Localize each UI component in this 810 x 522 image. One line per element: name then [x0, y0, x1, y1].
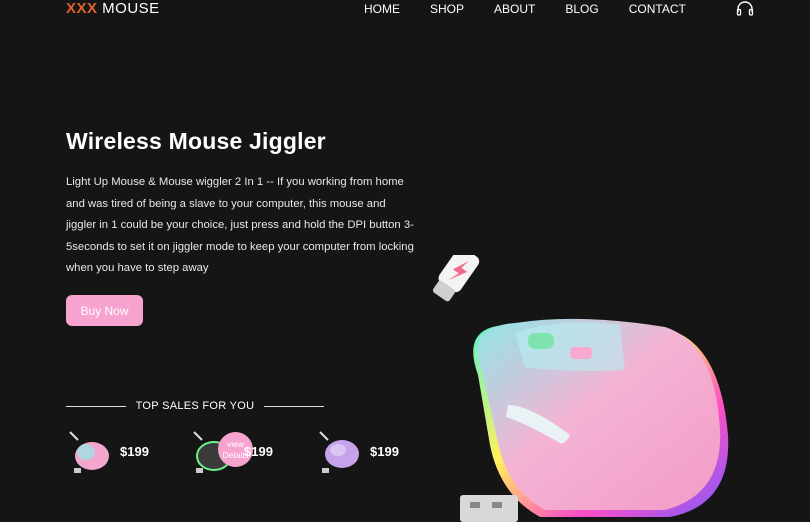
- product-price: $199: [370, 444, 399, 459]
- headphones-icon[interactable]: [736, 0, 754, 16]
- hero-description: Light Up Mouse & Mouse wiggler 2 In 1 --…: [66, 176, 414, 274]
- site-logo[interactable]: XXX MOUSE: [66, 0, 160, 17]
- product-card[interactable]: view Details $199: [190, 428, 300, 478]
- pink-mouse-thumbnail: [69, 431, 109, 473]
- nav-blog[interactable]: BLOG: [565, 2, 598, 16]
- wireless-mouse-image: [432, 255, 729, 522]
- top-sales-label: TOP SALES FOR YOU: [135, 400, 255, 412]
- logo-name: MOUSE: [97, 0, 160, 17]
- nav-shop[interactable]: SHOP: [430, 2, 464, 16]
- hero-title: Wireless Mouse Jiggler: [66, 128, 326, 154]
- usb-c-cable: [432, 255, 480, 302]
- nav-contact[interactable]: CONTACT: [629, 2, 686, 16]
- divider-left: [66, 405, 126, 407]
- logo-accent: XXX: [66, 0, 98, 17]
- divider-right: [264, 405, 324, 407]
- product-price: $199: [244, 444, 273, 459]
- buy-now-button[interactable]: Buy Now: [66, 295, 143, 326]
- nav-about[interactable]: ABOUT: [494, 2, 535, 16]
- product-card[interactable]: $199: [66, 428, 176, 478]
- nav-home[interactable]: HOME: [364, 2, 400, 16]
- product-card[interactable]: $199: [316, 428, 426, 478]
- main-nav: HOME SHOP ABOUT BLOG CONTACT: [364, 2, 716, 16]
- purple-mouse-thumbnail: [319, 431, 359, 473]
- product-price: $199: [120, 444, 149, 459]
- usb-receiver: [460, 495, 518, 522]
- top-sales-heading: TOP SALES FOR YOU: [66, 400, 324, 412]
